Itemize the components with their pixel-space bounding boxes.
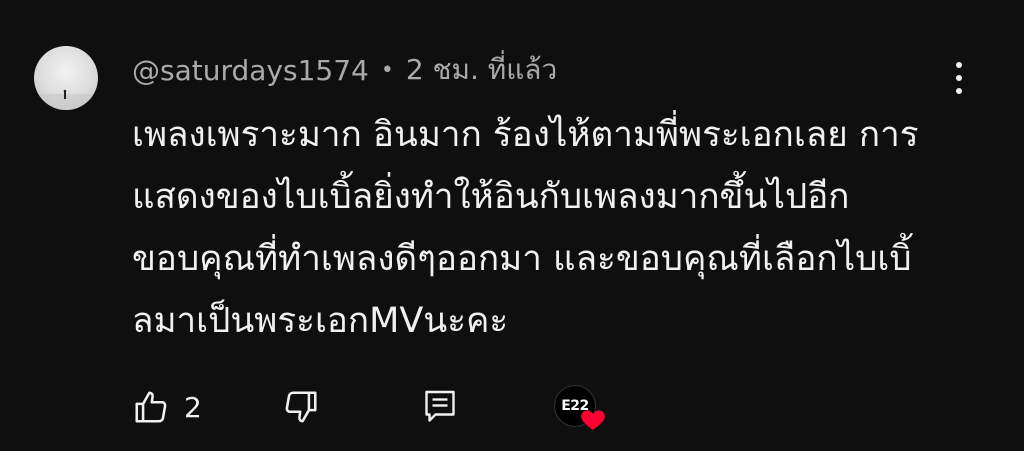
heart-icon <box>581 410 605 430</box>
thumbs-down-icon <box>285 391 317 423</box>
creator-heart-badge: E22 <box>552 383 612 435</box>
comment-header: @saturdays1574 • 2 ชม. ที่แล้ว <box>132 50 557 90</box>
thumbs-up-icon <box>135 391 167 423</box>
comment-text-line: ขอบคุณที่ทำเพลงดีๆออกมา และขอบคุณที่เลือ… <box>132 239 912 279</box>
comment-text: เพลงเพราะมาก อินมาก ร้องไห้ตามพี่พระเอกเ… <box>132 104 962 352</box>
comment-text-line: เพลงเพราะมาก อินมาก ร้องไห้ตามพี่พระเอกเ… <box>132 115 919 155</box>
comment-text-line: ลมาเป็นพระเอกMVนะคะ <box>132 301 509 341</box>
meta-separator: • <box>380 57 394 83</box>
comment-text-line: แสดงของไบเบิ้ลยิ่งทำให้อินกับเพลงมากขึ้น… <box>132 177 850 217</box>
author-avatar[interactable] <box>34 46 98 110</box>
dislike-button[interactable] <box>282 383 320 431</box>
avatar-image <box>34 89 98 110</box>
author-name[interactable]: @saturdays1574 <box>132 54 369 87</box>
like-button[interactable]: 2 <box>132 383 202 431</box>
reply-button[interactable] <box>422 383 458 431</box>
comment-card: @saturdays1574 • 2 ชม. ที่แล้ว เพลงเพราะ… <box>0 0 1024 451</box>
reply-comment-icon <box>425 390 455 422</box>
more-vert-icon[interactable] <box>944 58 974 98</box>
like-count: 2 <box>184 390 202 424</box>
comment-timestamp[interactable]: 2 ชม. ที่แล้ว <box>406 48 557 92</box>
